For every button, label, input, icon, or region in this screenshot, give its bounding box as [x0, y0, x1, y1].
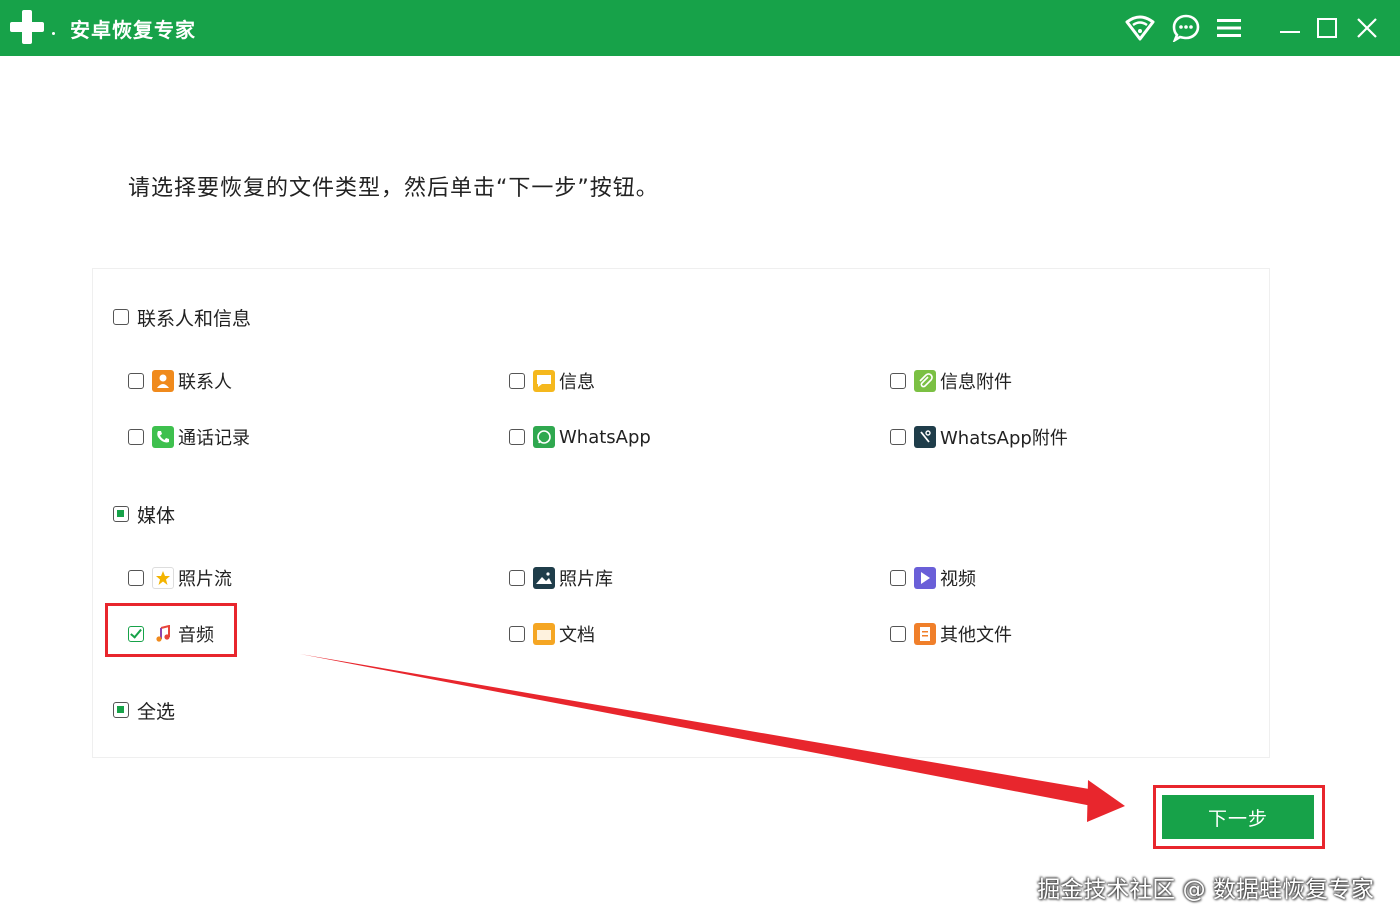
- watermark: 掘金技术社区 @ 数据蛙恢复专家: [1037, 877, 1374, 903]
- next-button[interactable]: 下一步: [1162, 795, 1314, 839]
